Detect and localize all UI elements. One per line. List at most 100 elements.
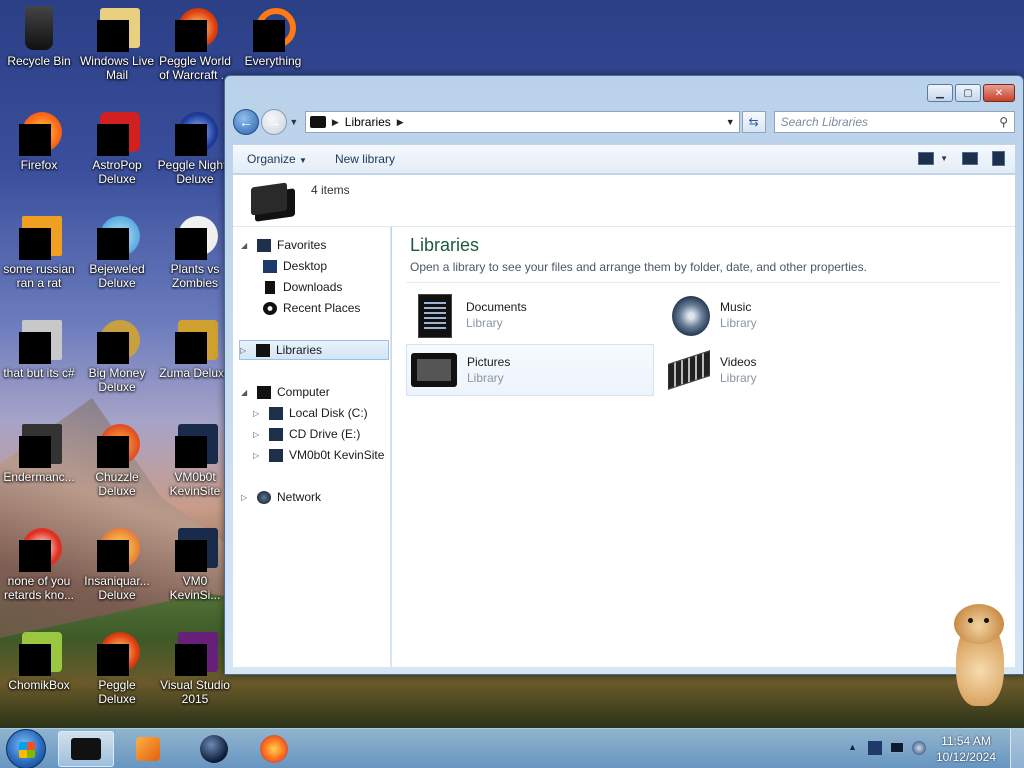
desktop-icon-vm0b0t-kevinsite[interactable]: VM0b0t KevinSite	[156, 420, 234, 498]
new-library-button[interactable]: New library	[335, 152, 395, 166]
desktop-icon-peggle-wow[interactable]: Peggle World of Warcraft ...	[156, 4, 234, 82]
nav-cd-drive-e[interactable]: ▷ CD Drive (E:)	[253, 424, 360, 444]
maximize-button[interactable]: ▢	[955, 84, 981, 102]
videos-library-icon	[664, 347, 710, 393]
breadcrumb-libraries[interactable]: Libraries	[345, 115, 391, 129]
close-button[interactable]: ✕	[983, 84, 1015, 102]
explorer-window[interactable]: ▁ ▢ ✕ ← → ▼ ▶ Libraries ▶ ▼ ⇆ Search Lib…	[224, 75, 1024, 675]
computer-icon	[257, 385, 271, 399]
refresh-button[interactable]: ⇆	[741, 111, 766, 133]
chomikbox-icon	[16, 628, 62, 676]
taskbar-explorer-button[interactable]	[58, 731, 114, 767]
nav-recent-places[interactable]: Recent Places	[263, 298, 360, 318]
desktop-icon-plants-vs-zombies[interactable]: Plants vs Zombies	[156, 212, 234, 290]
desktop-icon-chomikbox[interactable]: ChomikBox	[0, 628, 78, 692]
favorites-star-icon	[257, 238, 271, 252]
expand-triangle-icon[interactable]: ▷	[253, 430, 263, 439]
tray-app-icon[interactable]	[868, 741, 882, 755]
desktop-icon-recycle-bin[interactable]: Recycle Bin	[0, 4, 78, 68]
breadcrumb-separator-icon[interactable]: ▶	[332, 117, 339, 128]
collapse-triangle-icon[interactable]: ◢	[241, 241, 251, 250]
preview-pane-button[interactable]	[962, 152, 978, 165]
desktop-icon-astropop[interactable]: AstroPop Deluxe	[78, 108, 156, 186]
recent-pages-dropdown[interactable]: ▼	[287, 117, 301, 127]
divider	[406, 282, 1001, 283]
display-icon[interactable]	[890, 742, 904, 753]
visual-studio-icon	[172, 628, 218, 676]
peggle-icon	[94, 628, 140, 676]
desktop-icon-peggle-nights[interactable]: Peggle Nights Deluxe	[156, 108, 234, 186]
page-description: Open a library to see your files and arr…	[410, 260, 867, 274]
desktop-icon-everything[interactable]: Everything	[234, 4, 312, 68]
search-placeholder: Search Libraries	[780, 115, 868, 129]
collapse-triangle-icon[interactable]: ◢	[241, 388, 251, 397]
navigation-bar: ← → ▼ ▶ Libraries ▶ ▼ ⇆ Search Libraries…	[233, 109, 1015, 135]
nav-favorites[interactable]: ◢ Favorites	[241, 235, 326, 255]
start-button[interactable]	[6, 729, 46, 768]
desktop-icon-none-of-you[interactable]: none of you retards kno...	[0, 524, 78, 602]
nav-computer[interactable]: ◢ Computer	[241, 382, 330, 402]
desktop-icon-big-money[interactable]: Big Money Deluxe	[78, 316, 156, 394]
hamster-desktop-pet[interactable]	[948, 604, 1010, 708]
desktop-icon-zuma[interactable]: Zuma Deluxe	[156, 316, 234, 380]
desktop-icon-some-russian[interactable]: some russian ran a rat	[0, 212, 78, 290]
navigation-pane: ◢ Favorites Desktop Downloads Recent Pla…	[233, 227, 391, 667]
forward-button[interactable]: →	[260, 109, 287, 135]
game-icon	[94, 420, 140, 468]
recycle-bin-icon	[16, 4, 62, 50]
desktop-icon-insaniquarium[interactable]: Insaniquar... Deluxe	[78, 524, 156, 602]
library-pictures[interactable]: Pictures Library	[406, 344, 654, 396]
details-pane: 4 items	[233, 175, 1015, 227]
clock[interactable]: 11:54 AM 10/12/2024	[936, 733, 996, 765]
game-icon	[94, 212, 140, 260]
library-music[interactable]: Music Library	[660, 289, 908, 341]
desktop-icon-visual-studio[interactable]: Visual Studio 2015	[156, 628, 234, 706]
item-count: 4 items	[311, 183, 350, 197]
expand-triangle-icon[interactable]: ▷	[240, 346, 250, 355]
desktop-icon-chuzzle[interactable]: Chuzzle Deluxe	[78, 420, 156, 498]
nav-desktop[interactable]: Desktop	[263, 256, 327, 276]
help-button[interactable]	[992, 151, 1005, 166]
taskbar-firefox-button[interactable]	[246, 731, 302, 767]
address-bar[interactable]: ▶ Libraries ▶ ▼	[304, 111, 740, 133]
change-view-button[interactable]: ▼	[918, 152, 948, 165]
music-library-icon	[664, 292, 710, 338]
desktop-icon-that-but-its-csharp[interactable]: that but its c#	[0, 316, 78, 380]
desktop-icon-endermanc[interactable]: Endermanc...	[0, 420, 78, 484]
show-desktop-button[interactable]	[1010, 729, 1024, 768]
minimize-button[interactable]: ▁	[927, 84, 953, 102]
address-history-dropdown-icon[interactable]: ▼	[726, 117, 735, 127]
taskbar-media-player-button[interactable]	[120, 731, 176, 767]
taskbar-globe-button[interactable]	[186, 731, 242, 767]
desktop-icon-windows-live-mail[interactable]: Windows Live Mail	[78, 4, 156, 82]
network-status-icon[interactable]	[912, 741, 926, 755]
library-documents[interactable]: Documents Library	[406, 289, 654, 341]
expand-triangle-icon[interactable]: ▷	[241, 493, 251, 502]
show-hidden-icons-button[interactable]: ▲	[848, 742, 857, 752]
library-videos[interactable]: Videos Library	[660, 344, 908, 396]
content-pane: Libraries Open a library to see your fil…	[392, 227, 1015, 667]
desktop-icon-bejeweled[interactable]: Bejeweled Deluxe	[78, 212, 156, 290]
window-caption-buttons: ▁ ▢ ✕	[927, 84, 1015, 102]
expand-triangle-icon[interactable]: ▷	[253, 409, 263, 418]
libraries-icon	[256, 343, 270, 357]
search-input[interactable]: Search Libraries ⚲	[773, 111, 1015, 133]
desktop-icon-peggle-deluxe[interactable]: Peggle Deluxe	[78, 628, 156, 706]
globe-icon	[200, 735, 228, 763]
nav-libraries[interactable]: ▷ Libraries	[239, 340, 389, 360]
libraries-icon	[71, 738, 101, 760]
breadcrumb-separator-icon[interactable]: ▶	[397, 117, 404, 128]
desktop-icon-firefox[interactable]: Firefox	[0, 108, 78, 172]
game-icon	[172, 316, 218, 364]
cd-drive-icon	[269, 427, 283, 441]
chevron-down-icon: ▼	[940, 154, 948, 163]
desktop-icon-vm0-kevinsi[interactable]: VM0 KevinSi...	[156, 524, 234, 602]
expand-triangle-icon[interactable]: ▷	[253, 451, 263, 460]
nav-network[interactable]: ▷ Network	[241, 487, 321, 507]
organize-button[interactable]: Organize ▼	[247, 152, 307, 166]
back-button[interactable]: ←	[233, 109, 259, 135]
search-icon[interactable]: ⚲	[999, 115, 1008, 129]
nav-downloads[interactable]: Downloads	[263, 277, 342, 297]
nav-local-disk-c[interactable]: ▷ Local Disk (C:)	[253, 403, 368, 423]
nav-vm0b0t-kevinsite[interactable]: ▷ VM0b0t KevinSite	[253, 445, 384, 465]
